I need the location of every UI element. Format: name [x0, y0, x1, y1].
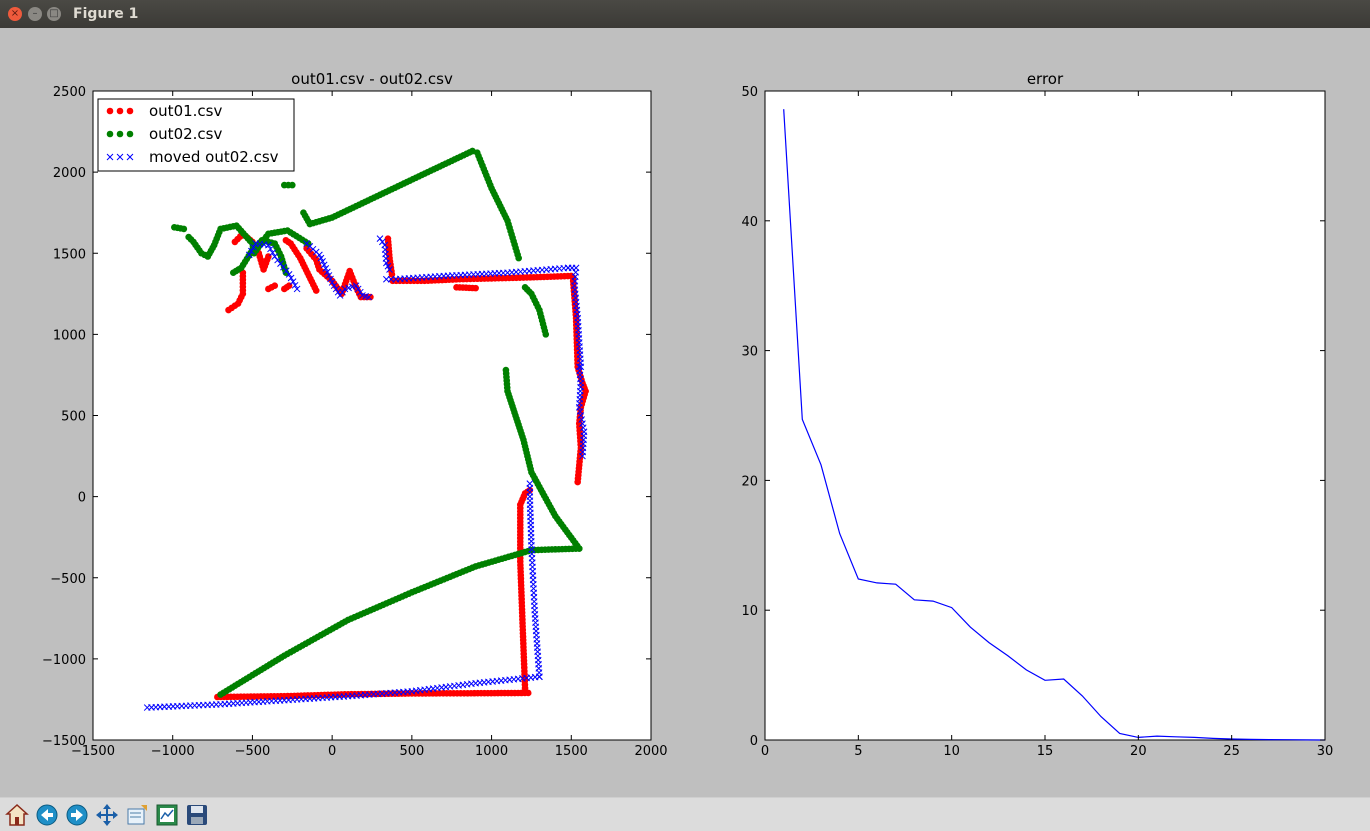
scatter-point: [229, 269, 237, 277]
scatter-point: [271, 282, 279, 289]
scatter-point: [185, 233, 192, 241]
y-tick-label: 20: [741, 474, 758, 489]
y-tick-label: 1500: [53, 247, 86, 262]
move-arrows-icon: [95, 803, 118, 826]
scatter-chart-title: out01.csv - out02.csv: [291, 70, 453, 88]
scatter-point: [171, 223, 178, 231]
close-window-button[interactable]: ×: [8, 7, 22, 21]
scatter-point: [106, 107, 114, 115]
save-button[interactable]: [183, 801, 210, 828]
scatter-point: [106, 130, 114, 138]
x-tick-label: 15: [1037, 744, 1054, 759]
legend-label: out02.csv: [149, 125, 222, 143]
x-tick-label: 1000: [475, 744, 508, 759]
x-tick-label: 5: [854, 744, 862, 759]
y-tick-label: 0: [750, 734, 758, 749]
x-tick-label: 10: [943, 744, 960, 759]
x-tick-label: −1000: [151, 744, 195, 759]
legend-label: out01.csv: [149, 102, 222, 120]
scatter-point: [472, 284, 479, 292]
home-icon: [4, 803, 29, 826]
scatter-axes-frame: [92, 90, 652, 741]
scatter-point: [116, 130, 124, 138]
y-tick-label: 0: [78, 491, 86, 506]
y-tick-label: 2000: [53, 166, 86, 181]
x-tick-label: 500: [399, 744, 424, 759]
home-button[interactable]: [3, 801, 30, 828]
y-tick-label: 1000: [53, 328, 86, 343]
y-tick-label: −1500: [42, 734, 86, 749]
scatter-point: [231, 238, 239, 246]
x-tick-label: 30: [1317, 744, 1334, 759]
y-tick-label: 2500: [53, 85, 86, 100]
subplots-icon: [156, 804, 177, 825]
scatter-point: [225, 306, 232, 314]
scatter-point: [502, 366, 510, 374]
legend-label: moved out02.csv: [149, 148, 279, 166]
scatter-point: [521, 284, 529, 291]
floppy-disk-icon: [186, 804, 207, 825]
window-titlebar: × – □ Figure 1: [0, 0, 1370, 28]
y-tick-label: 40: [741, 215, 758, 230]
legend: out01.csv out02.csv moved out02.csv: [97, 98, 295, 172]
x-tick-label: 1500: [555, 744, 588, 759]
figure-canvas: out01.csv - out02.csv −1500 −1000 −500 0 500…: [0, 28, 1370, 797]
y-tick-label: 50: [741, 85, 758, 100]
scatter-point: [281, 181, 288, 189]
x-tick-label: 25: [1223, 744, 1240, 759]
arrow-right-icon: [66, 804, 87, 825]
pan-button[interactable]: [93, 801, 120, 828]
x-tick-label: 2000: [634, 744, 667, 759]
navigation-toolbar: [0, 797, 1370, 831]
scatter-point: [116, 107, 124, 115]
scatter-point: [126, 130, 134, 138]
scatter-subplot: out01.csv - out02.csv −1500 −1000 −500 0 500…: [42, 70, 668, 759]
y-tick-label: −500: [50, 572, 86, 587]
zoom-rect-icon: [127, 804, 147, 824]
x-tick-label: 0: [761, 744, 769, 759]
arrow-left-icon: [36, 804, 57, 825]
y-tick-label: 500: [61, 410, 86, 425]
configure-subplots-button[interactable]: [153, 801, 180, 828]
zoom-button[interactable]: [123, 801, 150, 828]
scatter-point: [126, 107, 134, 115]
scatter-point: [300, 209, 307, 216]
maximize-window-button[interactable]: □: [47, 7, 61, 21]
back-button[interactable]: [33, 801, 60, 828]
x-tick-label: 0: [328, 744, 336, 759]
scatter-point: [282, 236, 290, 244]
error-axes-frame: [764, 90, 1326, 741]
y-tick-label: 30: [741, 345, 758, 360]
x-tick-label: 20: [1130, 744, 1147, 759]
minimize-window-button[interactable]: –: [28, 7, 42, 21]
y-tick-label: −1000: [42, 653, 86, 668]
y-tick-label: 10: [741, 604, 758, 619]
error-chart-title: error: [1027, 70, 1064, 88]
window-title: Figure 1: [73, 6, 139, 22]
x-tick-label: −500: [235, 744, 271, 759]
forward-button[interactable]: [63, 801, 90, 828]
error-line-subplot: error 0 5 10 15 20 25 30 0 10 20 30 40 50: [741, 70, 1333, 759]
